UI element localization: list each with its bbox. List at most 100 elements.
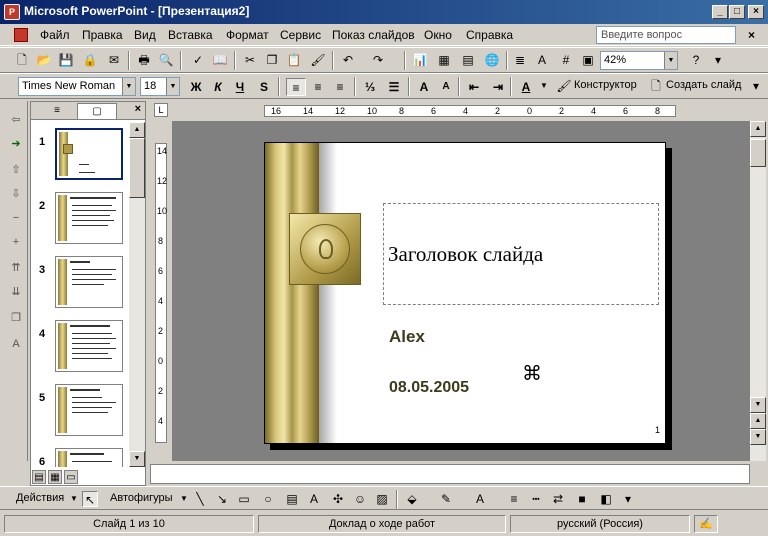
hyperlink-icon[interactable]: 🌐 [484, 52, 500, 68]
picture-icon[interactable]: ▨ [374, 491, 390, 507]
bullets-button[interactable]: ☰ [384, 78, 404, 96]
tab-outline[interactable]: ≡ [37, 103, 77, 119]
decrease-indent-button[interactable]: ⇤ [464, 78, 484, 96]
scroll-up-icon[interactable]: ▲ [750, 121, 766, 137]
document-close-icon[interactable]: × [748, 28, 755, 42]
scroll-thumb[interactable] [750, 139, 766, 167]
increase-indent-button[interactable]: ⇥ [488, 78, 508, 96]
clipart-icon[interactable]: ☺ [352, 491, 368, 507]
arrow-icon[interactable]: ↘ [214, 491, 230, 507]
close-button[interactable]: × [748, 5, 764, 19]
print-icon[interactable]: 🖶 [136, 52, 152, 68]
toolbar-options-icon[interactable]: ▾ [620, 491, 636, 507]
chart-icon[interactable]: 📊 [412, 52, 428, 68]
maximize-button[interactable]: □ [729, 5, 745, 19]
arrow-right-icon[interactable]: ➔ [9, 137, 23, 151]
autoshapes-menu[interactable]: Автофигуры [110, 492, 173, 504]
zoom-select[interactable]: 42% ▼ [600, 51, 678, 70]
arrow-left-icon[interactable]: ⇦ [9, 113, 23, 127]
chevron-down-icon[interactable]: ▼ [66, 491, 82, 507]
toolbar-options-icon[interactable]: ▾ [710, 52, 726, 68]
fill-color-icon[interactable]: ⬙ [404, 491, 420, 507]
cut-icon[interactable]: ✂ [242, 52, 258, 68]
copy-icon[interactable]: ❐ [264, 52, 280, 68]
expand-all-icon[interactable]: ⇊ [9, 285, 23, 299]
ruler-bar[interactable]: 16 14 12 10 8 6 4 2 0 2 4 6 8 [264, 105, 676, 117]
slide-sorter-icon[interactable]: ▦ [48, 470, 62, 484]
color-grayscale-icon[interactable]: ▣ [580, 52, 596, 68]
3d-style-icon[interactable]: ◧ [598, 491, 614, 507]
slide-thumbnail[interactable] [55, 448, 123, 467]
main-scrollbar[interactable]: ▲ ▼ ▲ ▼ [750, 121, 766, 461]
italic-button[interactable]: К [208, 78, 228, 96]
font-color-icon[interactable]: A [472, 491, 488, 507]
line-style-icon[interactable]: ≡ [506, 491, 522, 507]
previous-slide-icon[interactable]: ▲ [750, 413, 766, 429]
save-icon[interactable]: 💾 [58, 52, 74, 68]
chevron-down-icon[interactable]: ▼ [536, 78, 552, 94]
panel-close-icon[interactable]: × [135, 103, 141, 115]
slide-thumbnail[interactable] [55, 192, 123, 244]
slide-thumbnail[interactable] [55, 256, 123, 308]
notes-pane[interactable] [150, 464, 750, 484]
new-slide-button[interactable]: Создать слайд [666, 79, 741, 91]
help-icon[interactable]: ? [688, 52, 704, 68]
show-grid-icon[interactable]: # [558, 52, 574, 68]
redo-icon[interactable]: ↷ [370, 52, 386, 68]
wordart-icon[interactable]: A [306, 491, 322, 507]
spelling-icon[interactable]: ✓ [190, 52, 206, 68]
menu-view[interactable]: Вид [134, 28, 156, 42]
scroll-up-icon[interactable]: ▲ [129, 122, 145, 138]
menu-slideshow[interactable]: Показ слайдов [332, 28, 415, 42]
panel-scrollbar[interactable]: ▲ ▼ [129, 122, 145, 467]
print-preview-icon[interactable]: 🔍 [158, 52, 174, 68]
slide-thumbnail[interactable] [55, 384, 123, 436]
arrow-up-icon[interactable]: ⇧ [9, 163, 23, 177]
menu-edit[interactable]: Правка [82, 28, 123, 42]
email-icon[interactable]: ✉ [106, 52, 122, 68]
shadow-style-icon[interactable]: ■ [574, 491, 590, 507]
document-icon[interactable] [14, 28, 28, 42]
chevron-down-icon[interactable]: ▼ [122, 78, 135, 95]
research-icon[interactable]: 📖 [212, 52, 228, 68]
permission-icon[interactable]: 🔒 [82, 52, 98, 68]
minimize-button[interactable]: _ [712, 5, 728, 19]
line-color-icon[interactable]: ✎ [438, 491, 454, 507]
collapse-icon[interactable]: − [9, 211, 23, 225]
new-file-icon[interactable]: 🗋 [14, 52, 30, 68]
bold-button[interactable]: Ж [186, 78, 206, 96]
paste-icon[interactable]: 📋 [286, 52, 302, 68]
chevron-down-icon[interactable]: ▼ [166, 78, 179, 95]
menu-tools[interactable]: Сервис [280, 28, 321, 42]
arrow-down-icon[interactable]: ⇩ [9, 187, 23, 201]
scroll-thumb[interactable] [129, 138, 145, 198]
scroll-down-icon[interactable]: ▼ [750, 397, 766, 413]
font-size-select[interactable]: 18 ▼ [140, 77, 180, 96]
slide-thumbnail[interactable] [55, 320, 123, 372]
chevron-down-icon[interactable]: ▼ [664, 52, 677, 69]
diagram-icon[interactable]: ✣ [330, 491, 346, 507]
oval-icon[interactable]: ○ [260, 491, 276, 507]
ruler-bar[interactable]: 14 12 10 8 6 4 2 0 2 4 [155, 143, 167, 443]
open-folder-icon[interactable]: 📂 [36, 52, 52, 68]
textbox-icon[interactable]: ▤ [284, 491, 300, 507]
arrow-style-icon[interactable]: ⇄ [550, 491, 566, 507]
slide-date[interactable]: 08.05.2005 [389, 379, 469, 397]
format-painter-icon[interactable]: 🖌 [310, 52, 326, 68]
align-left-button[interactable]: ≡ [286, 78, 306, 96]
line-icon[interactable]: ╲ [192, 491, 208, 507]
expand-all-icon[interactable]: ≣ [512, 52, 528, 68]
collapse-all-icon[interactable]: ⇈ [9, 261, 23, 275]
scroll-down-icon[interactable]: ▼ [129, 451, 145, 467]
numbering-button[interactable]: ⅓ [360, 78, 380, 96]
font-color-button[interactable]: A [516, 78, 536, 96]
slide-thumbnail[interactable] [55, 128, 123, 180]
normal-view-icon[interactable]: ▤ [32, 470, 46, 484]
help-question-input[interactable]: Введите вопрос [596, 26, 736, 44]
spellcheck-status-icon[interactable]: ✍ [694, 515, 718, 533]
title-placeholder[interactable]: Заголовок слайда [383, 203, 659, 305]
font-select[interactable]: Times New Roman ▼ [18, 77, 136, 96]
menu-window[interactable]: Окно [424, 28, 452, 42]
menu-file[interactable]: Файл [40, 28, 70, 42]
menu-help[interactable]: Справка [466, 28, 513, 42]
